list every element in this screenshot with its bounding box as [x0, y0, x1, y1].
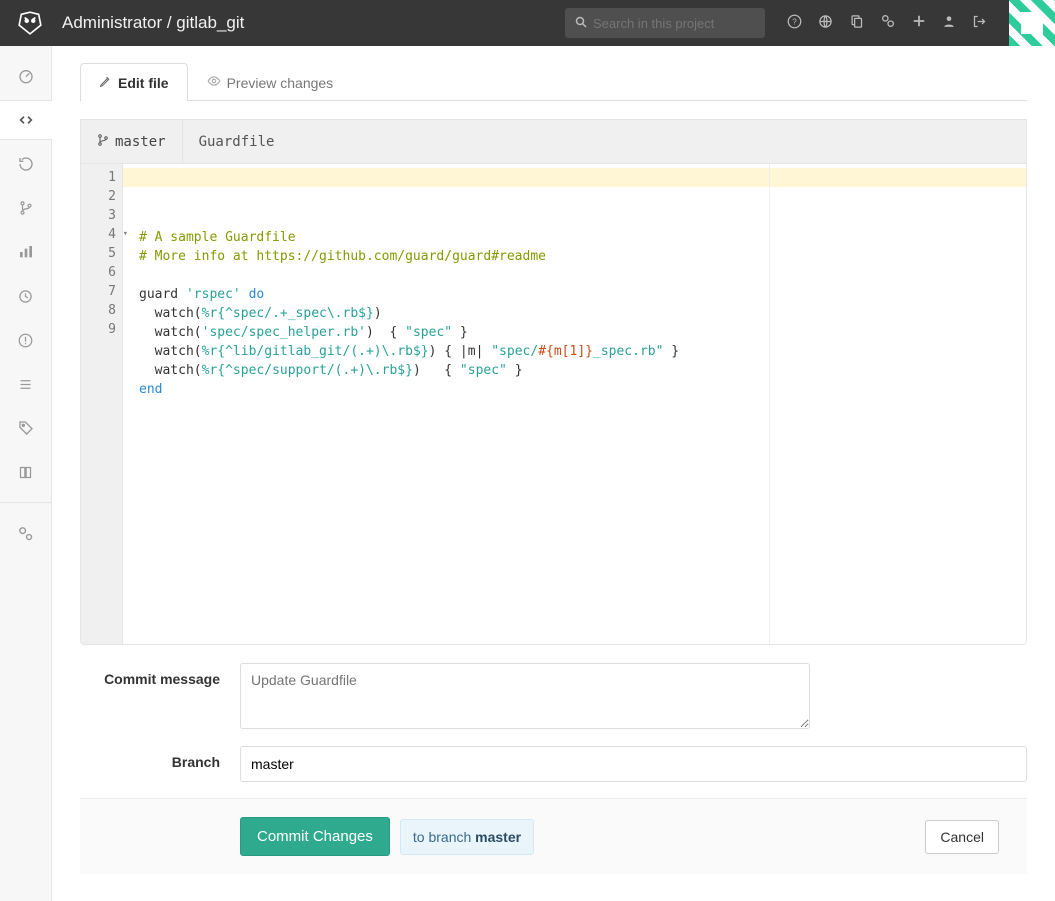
topbar-icons: ? — [787, 13, 987, 33]
sidebar — [0, 46, 52, 901]
tab-edit-label: Edit file — [118, 75, 169, 91]
hint-branch: master — [475, 829, 521, 845]
action-bar: Commit Changes to branch master Cancel — [80, 798, 1027, 874]
editor-header: master Guardfile — [81, 120, 1026, 164]
branch-name: master — [115, 134, 166, 150]
tab-preview-changes[interactable]: Preview changes — [188, 63, 353, 101]
sidebar-item-list[interactable] — [0, 364, 52, 404]
sidebar-item-settings[interactable] — [0, 513, 52, 553]
sidebar-item-dashboard[interactable] — [0, 56, 52, 96]
print-margin — [769, 164, 770, 644]
sidebar-item-tag[interactable] — [0, 408, 52, 448]
code-area[interactable]: # A sample Guardfile# More info at https… — [123, 164, 1026, 644]
commit-message-label: Commit message — [80, 663, 240, 687]
sidebar-item-history[interactable] — [0, 144, 52, 184]
sidebar-divider — [0, 502, 51, 503]
avatar[interactable] — [1009, 0, 1055, 46]
active-line-highlight — [123, 168, 1026, 187]
search-input[interactable] — [593, 16, 755, 31]
gears-icon[interactable] — [880, 13, 896, 33]
target-branch-hint: to branch master — [400, 819, 534, 855]
commit-message-input[interactable] — [240, 663, 810, 729]
project-search[interactable] — [565, 8, 765, 38]
main: Edit file Preview changes master Guardfi… — [52, 46, 1055, 901]
svg-text:?: ? — [792, 17, 797, 26]
branch-icon — [97, 133, 109, 151]
sidebar-item-book[interactable] — [0, 452, 52, 492]
topbar: Administrator / gitlab_git ? — [0, 0, 1055, 46]
sidebar-item-code[interactable] — [0, 100, 52, 140]
file-name: Guardfile — [183, 120, 291, 163]
gitlab-logo-icon[interactable] — [16, 9, 44, 37]
branch-label: Branch — [80, 746, 240, 770]
help-icon[interactable]: ? — [787, 14, 802, 33]
hint-prefix: to branch — [413, 829, 475, 845]
plus-icon[interactable] — [912, 14, 926, 32]
commit-form: Commit message Branch — [80, 663, 1027, 782]
breadcrumb-title[interactable]: Administrator / gitlab_git — [62, 13, 244, 33]
branch-chip[interactable]: master — [81, 120, 183, 163]
sidebar-item-branch[interactable] — [0, 188, 52, 228]
search-icon — [575, 15, 587, 31]
tabs: Edit file Preview changes — [80, 62, 1027, 101]
sidebar-item-issue[interactable] — [0, 320, 52, 360]
editor-panel: master Guardfile 123456789 # A sample Gu… — [80, 119, 1027, 645]
eye-icon — [207, 74, 221, 91]
pencil-icon — [99, 75, 112, 91]
cancel-button[interactable]: Cancel — [925, 820, 999, 854]
line-gutter: 123456789 — [81, 164, 123, 644]
tab-preview-label: Preview changes — [227, 75, 334, 91]
signout-icon[interactable] — [972, 14, 987, 33]
branch-input[interactable] — [240, 746, 1027, 782]
sidebar-item-graph[interactable] — [0, 232, 52, 272]
commit-button[interactable]: Commit Changes — [240, 817, 390, 856]
user-icon[interactable] — [942, 14, 956, 32]
globe-icon[interactable] — [818, 14, 833, 33]
tab-edit-file[interactable]: Edit file — [80, 63, 188, 101]
copy-icon[interactable] — [849, 14, 864, 33]
sidebar-item-clock[interactable] — [0, 276, 52, 316]
code-editor[interactable]: 123456789 # A sample Guardfile# More inf… — [81, 164, 1026, 644]
